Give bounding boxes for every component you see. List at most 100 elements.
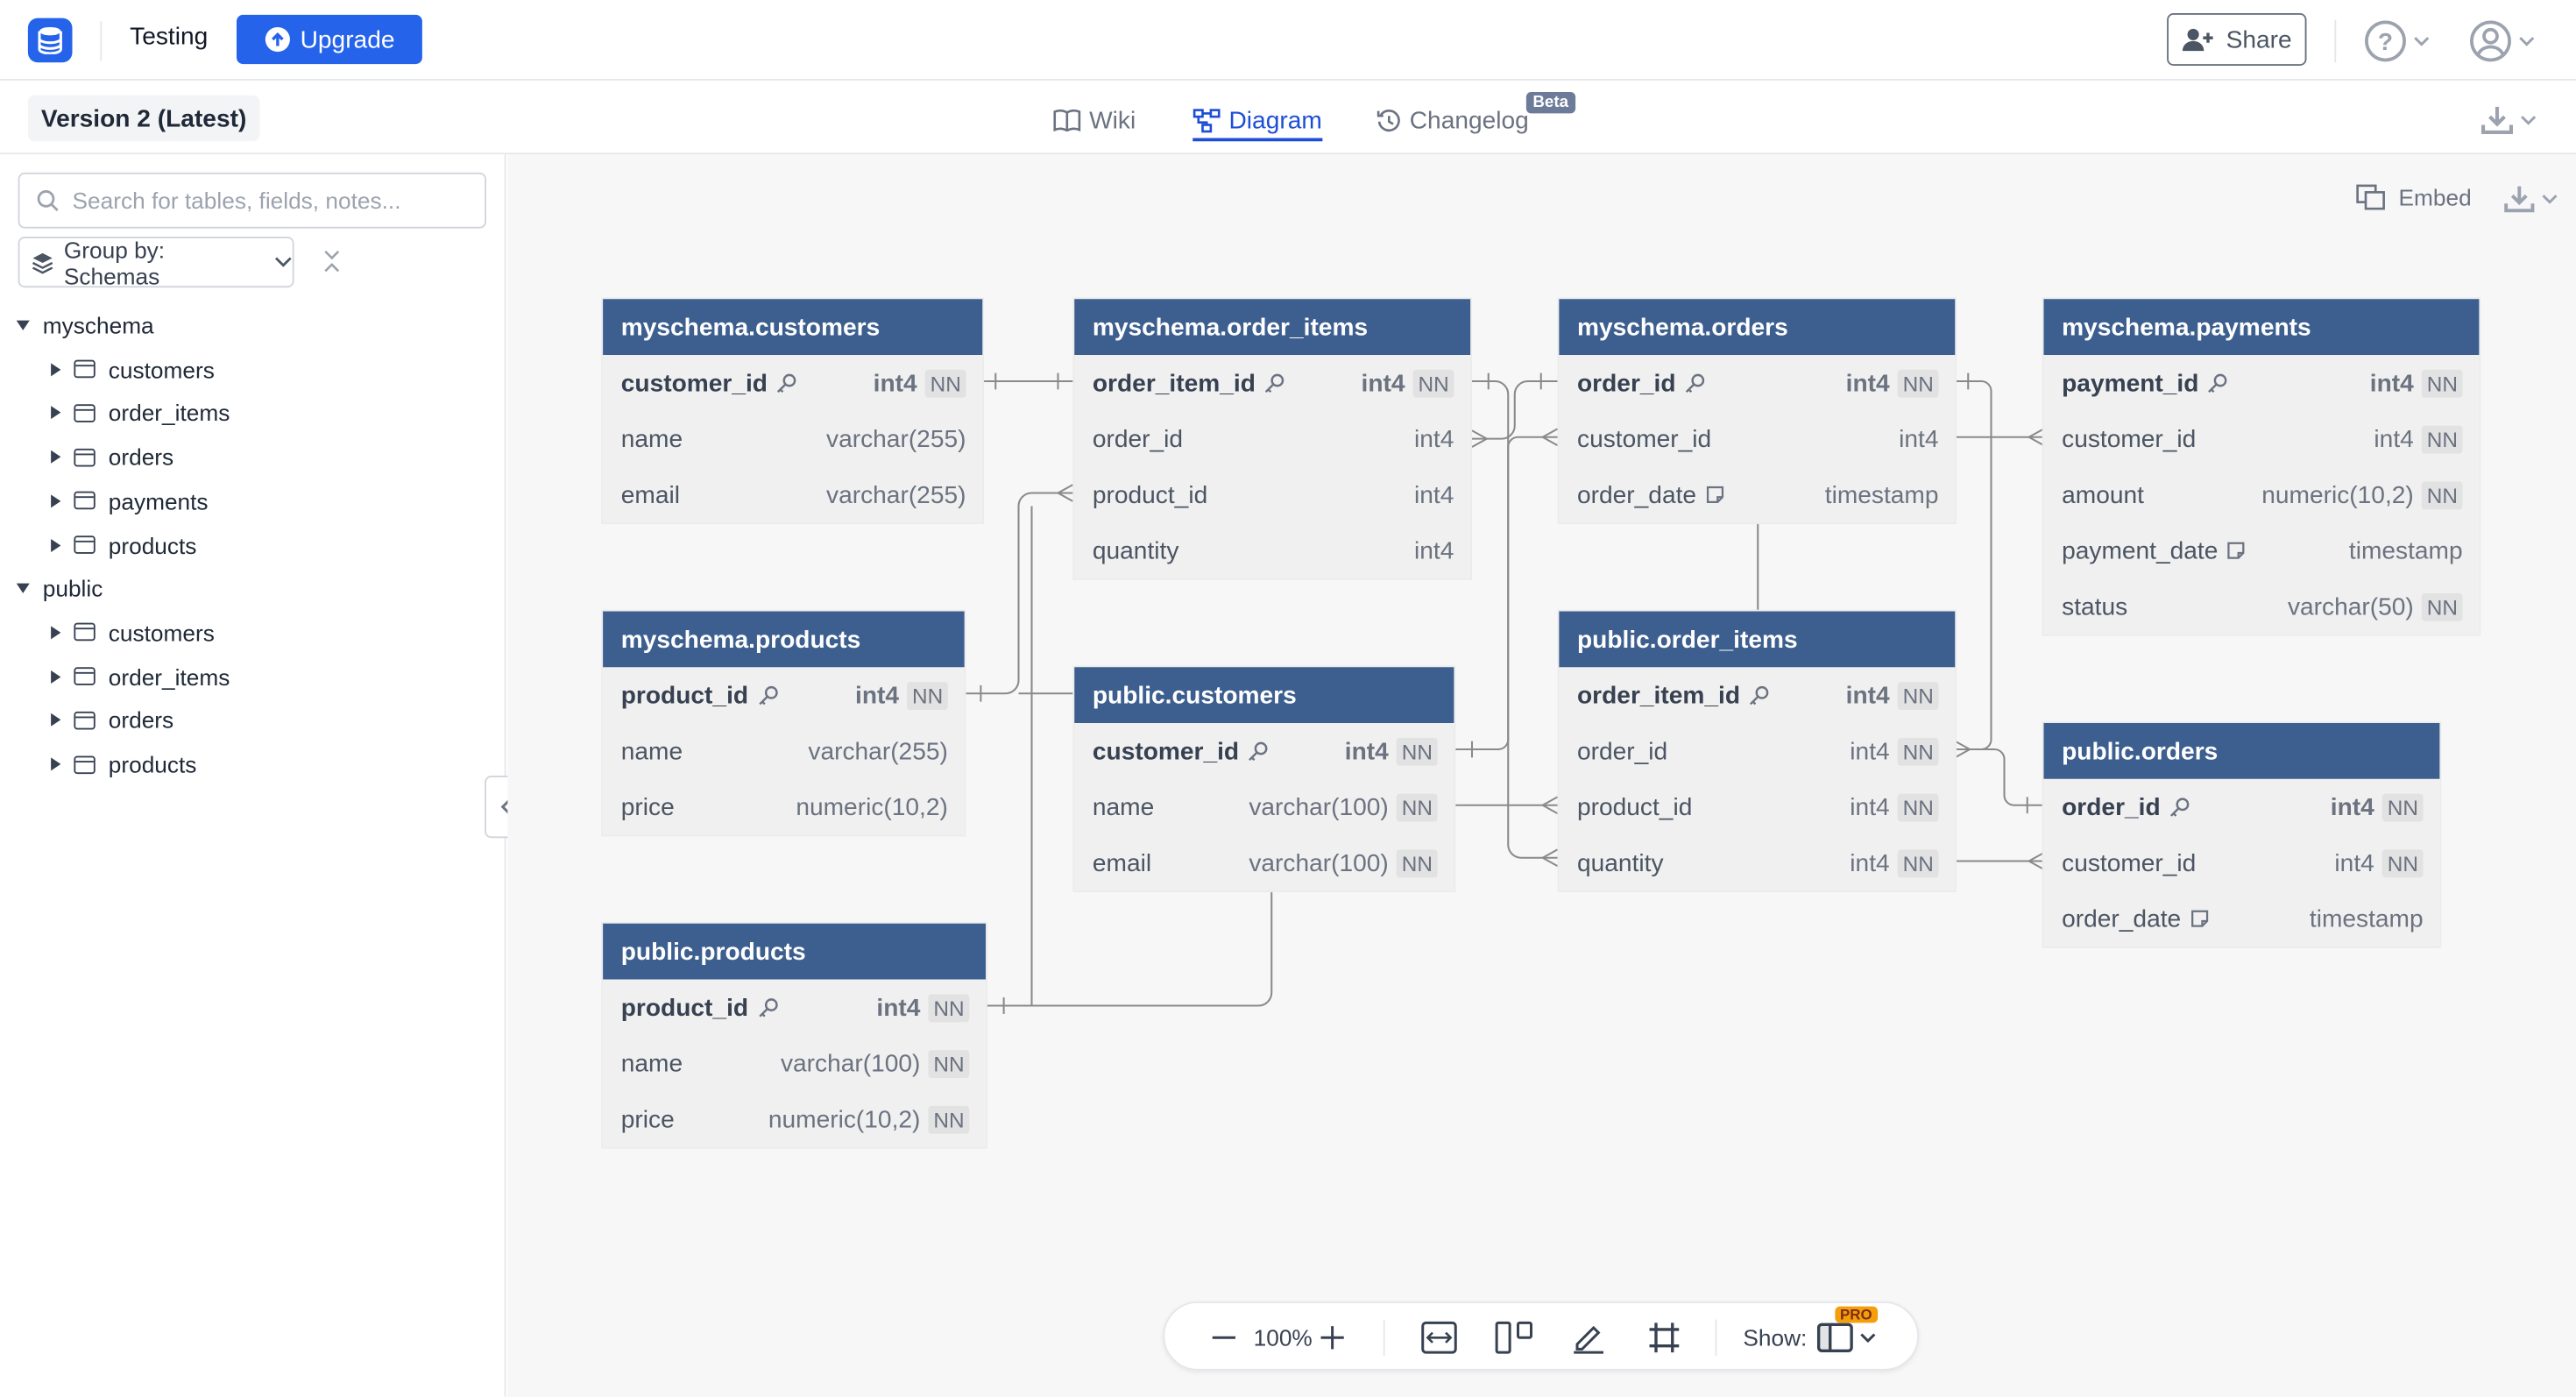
field-row[interactable]: name varchar(100) NN — [1074, 779, 1454, 835]
field-name: customer_id — [1092, 736, 1240, 765]
field-row[interactable]: product_id int4 NN — [603, 667, 965, 723]
not-null-badge: NN — [2422, 368, 2463, 397]
field-row[interactable]: order_date timestamp — [1559, 467, 1955, 523]
field-row[interactable]: email varchar(100) NN — [1074, 835, 1454, 891]
area-tool-button[interactable] — [1648, 1303, 1681, 1372]
field-name: email — [1092, 848, 1152, 877]
not-null-badge: NN — [1397, 736, 1438, 765]
field-row[interactable]: product_id int4 — [1074, 467, 1470, 523]
relationship-line — [1031, 890, 1273, 1007]
field-row[interactable]: name varchar(255) — [603, 411, 982, 467]
field-name: order_item_id — [1092, 368, 1256, 397]
table-card[interactable]: myschema.customers customer_id int4 NN name v… — [603, 299, 983, 523]
field-type: timestamp — [2348, 536, 2463, 565]
table-header[interactable]: myschema.products — [603, 611, 965, 668]
field-row[interactable]: product_id int4 NN — [1559, 779, 1955, 835]
not-null-badge: NN — [1898, 368, 1939, 397]
table-header[interactable]: public.orders — [2043, 723, 2440, 779]
zoom-out-button[interactable] — [1211, 1303, 1237, 1372]
fit-to-screen-button[interactable] — [1421, 1303, 1457, 1372]
not-null-badge: NN — [925, 368, 966, 397]
field-row[interactable]: price numeric(10,2) — [603, 779, 965, 835]
field-row[interactable]: order_item_id int4 NN — [1559, 667, 1955, 723]
auto-arrange-button[interactable] — [1495, 1303, 1534, 1372]
show-label: Show: — [1743, 1324, 1808, 1351]
field-row[interactable]: customer_id int4 NN — [2044, 411, 2480, 467]
field-row[interactable]: order_date timestamp — [2044, 890, 2440, 947]
fit-screen-icon — [1421, 1321, 1457, 1354]
field-row[interactable]: name varchar(255) — [603, 723, 965, 779]
field-name: name — [620, 1049, 683, 1078]
table-card[interactable]: myschema.order_items order_item_id int4 NN o… — [1074, 299, 1471, 578]
not-null-badge: NN — [1898, 848, 1939, 877]
field-name: product_id — [620, 993, 749, 1022]
field-row[interactable]: payment_id int4 NN — [2044, 355, 2480, 411]
field-row[interactable]: price numeric(10,2) NN — [603, 1091, 986, 1147]
field-name: order_date — [2062, 904, 2182, 933]
key-icon — [758, 684, 777, 705]
field-row[interactable]: amount numeric(10,2) NN — [2044, 467, 2480, 523]
not-null-badge: NN — [907, 681, 948, 710]
field-row[interactable]: customer_id int4 — [1559, 411, 1955, 467]
field-type: int4 — [2330, 792, 2374, 821]
field-name: payment_date — [2062, 536, 2219, 565]
field-name: amount — [2062, 480, 2144, 509]
table-header[interactable]: myschema.order_items — [1074, 299, 1471, 355]
note-icon — [1706, 486, 1723, 503]
field-row[interactable]: quantity int4 — [1074, 522, 1470, 578]
minus-icon — [1212, 1336, 1235, 1339]
zoom-in-button[interactable] — [1320, 1303, 1346, 1372]
field-row[interactable]: product_id int4 NN — [603, 980, 986, 1036]
app-root: Testing Upgrade Share ? Version 2 (Lates… — [0, 0, 2576, 1397]
field-type: int4 — [1414, 536, 1454, 565]
field-name: price — [620, 1104, 675, 1133]
field-row[interactable]: status varchar(50) NN — [2044, 578, 2480, 635]
not-null-badge: NN — [2422, 592, 2463, 620]
table-card[interactable]: public.products product_id int4 NN name varch… — [603, 923, 986, 1147]
table-header[interactable]: myschema.customers — [603, 299, 983, 355]
relationship-line — [1472, 379, 1558, 440]
table-card[interactable]: myschema.orders order_id int4 NN customer_id… — [1559, 299, 1956, 523]
field-row[interactable]: customer_id int4 NN — [2044, 835, 2440, 891]
field-name: product_id — [1577, 792, 1693, 821]
table-header[interactable]: myschema.payments — [2043, 299, 2480, 355]
field-name: order_item_id — [1577, 681, 1741, 710]
field-row[interactable]: order_id int4 NN — [2044, 779, 2440, 835]
table-header[interactable]: public.order_items — [1559, 611, 1956, 668]
field-row[interactable]: order_id int4 — [1074, 411, 1470, 467]
field-row[interactable]: customer_id int4 NN — [603, 355, 982, 411]
field-name: customer_id — [2062, 848, 2197, 877]
field-row[interactable]: customer_id int4 NN — [1074, 723, 1454, 779]
table-header[interactable]: myschema.orders — [1559, 299, 1956, 355]
field-row[interactable]: order_item_id int4 NN — [1074, 355, 1470, 411]
field-row[interactable]: payment_date timestamp — [2044, 522, 2480, 578]
highlight-tool-button[interactable] — [1571, 1303, 1607, 1372]
field-name: price — [620, 792, 675, 821]
field-type: numeric(10,2) — [2261, 480, 2414, 509]
field-name: email — [620, 480, 680, 509]
zoom-level[interactable]: 100% — [1254, 1303, 1313, 1372]
table-card[interactable]: myschema.payments payment_id int4 NN custome… — [2043, 299, 2480, 635]
field-name: quantity — [1092, 536, 1179, 565]
relationship-line — [1455, 436, 1558, 751]
not-null-badge: NN — [2422, 424, 2463, 453]
field-type: int4 — [1414, 424, 1454, 453]
field-row[interactable]: name varchar(100) NN — [603, 1035, 986, 1091]
table-card[interactable]: public.order_items order_item_id int4 NN ord… — [1559, 611, 1956, 891]
not-null-badge: NN — [928, 993, 970, 1022]
field-row[interactable]: order_id int4 NN — [1559, 355, 1955, 411]
table-card[interactable]: public.orders order_id int4 NN customer_id in… — [2043, 723, 2440, 947]
field-row[interactable]: order_id int4 NN — [1559, 723, 1955, 779]
field-type: int4 — [855, 681, 900, 710]
field-name: order_id — [1092, 424, 1184, 453]
key-icon — [2169, 797, 2190, 816]
table-card[interactable]: public.customers customer_id int4 NN name var… — [1074, 667, 1454, 891]
field-row[interactable]: email varchar(255) — [603, 467, 982, 523]
key-icon — [1685, 372, 1705, 393]
table-header[interactable]: public.customers — [1074, 667, 1454, 723]
field-row[interactable]: quantity int4 NN — [1559, 835, 1955, 891]
table-card[interactable]: myschema.products product_id int4 NN name var… — [603, 611, 965, 835]
relationship-line — [964, 492, 1073, 695]
table-header[interactable]: public.products — [603, 923, 986, 980]
field-name: customer_id — [620, 368, 768, 397]
